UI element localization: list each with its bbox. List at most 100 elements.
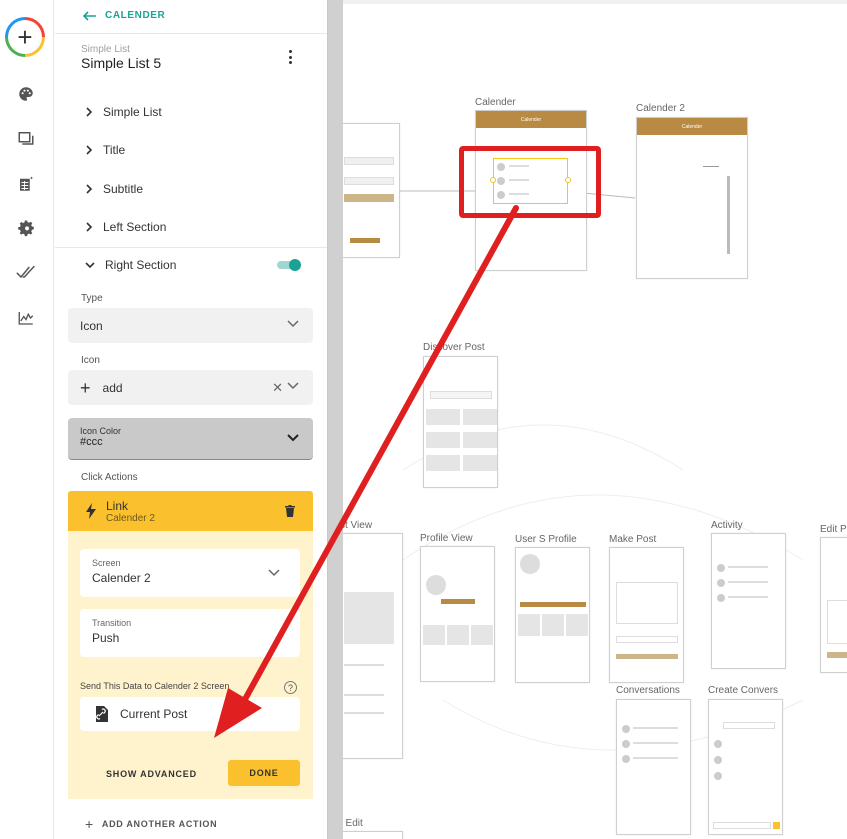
send-data-label: Send This Data to Calender 2 Screen [80,681,230,691]
screen-label-post-view: st View [343,520,373,531]
highlight-box [459,146,601,218]
tree-item-label: Title [103,143,126,157]
chevron-down-icon [287,434,299,442]
transition-label: Transition [92,618,132,628]
tree-item-title[interactable]: Title [85,143,125,157]
add-icon: + [80,377,91,398]
properties-panel: CALENDER Simple List Simple List 5 Simpl… [55,0,327,839]
chevron-down-icon [287,320,299,328]
screen-activity[interactable] [711,533,786,669]
tree-item-label: Subtitle [103,182,144,196]
tree-item-label: Right Section [105,258,177,272]
right-section-toggle[interactable] [277,259,301,271]
tree-item-left-section[interactable]: Left Section [85,220,166,234]
chevron-down-icon [268,569,280,577]
icon-color-value: #ccc [80,436,103,448]
arrow-left-icon [83,10,96,21]
type-label: Type [81,293,103,304]
screen-label-post-edit: t Edit [343,818,363,829]
chevron-right-icon [86,184,93,194]
screen-label-create-conversation: Create Convers [708,685,779,696]
screen-label-activity: Activity [711,520,743,531]
click-actions-label: Click Actions [81,472,138,483]
type-value: Icon [80,318,103,333]
tree-item-right-section[interactable]: Right Section [85,258,176,272]
more-options-icon[interactable] [287,50,293,64]
chevron-down-icon [85,262,95,269]
bolt-icon [86,503,96,519]
transition-value: Push [92,631,120,645]
tree-item-label: Simple List [103,105,162,119]
screen-edit-profile[interactable] [820,537,847,673]
data-source-field[interactable]: Current Post [80,697,300,731]
link-action-header[interactable]: Link Calender 2 [68,491,313,531]
plus-icon: + [85,816,94,832]
type-select[interactable]: Icon [68,308,313,343]
screen-post-view[interactable] [343,533,403,759]
screen-partial-login[interactable] [343,123,400,258]
screen-profile-view[interactable] [420,546,495,682]
trash-icon[interactable] [285,505,295,517]
add-another-label: ADD ANOTHER ACTION [101,819,218,829]
help-icon[interactable]: ? [284,681,297,694]
transition-select[interactable]: Transition Push [80,609,300,657]
breadcrumb: Simple List [81,44,130,55]
screen-label-calender: Calender [475,97,516,108]
divider [55,247,327,248]
chevron-right-icon [86,222,93,232]
data-source-value: Current Post [120,707,188,721]
app-root: + CALENDER Simple List Simple List 5 Sim… [0,0,847,839]
add-screen-button[interactable]: + [5,17,45,57]
link-action-body: Screen Calender 2 Transition Push Send T… [68,531,313,799]
screens-icon[interactable] [16,128,36,148]
icon-color-label: Icon Color [80,426,122,436]
screen-user-profile[interactable] [515,547,590,683]
icon-color-field[interactable]: Icon Color #ccc [68,418,313,460]
chevron-down-icon [287,382,299,390]
add-another-action-button[interactable]: + ADD ANOTHER ACTION [85,816,217,832]
screen-post-edit[interactable] [343,831,403,839]
screen-calender-2[interactable]: Calender [636,117,748,279]
component-title: Simple List 5 [81,55,162,71]
icon-value: add [102,380,123,395]
screen-select[interactable]: Screen Calender 2 [80,549,300,597]
data-icon[interactable] [16,174,36,194]
done-button[interactable]: DONE [228,760,300,786]
screen-label-make-post: Make Post [609,534,657,545]
screen-label-conversations: Conversations [616,685,680,696]
tree-item-label: Left Section [103,220,167,234]
action-subtitle: Calender 2 [106,513,155,524]
tree-item-simple-list[interactable]: Simple List [85,105,162,119]
calender-header: Calender [476,111,586,128]
screen-label-user-profile: User S Profile [515,534,577,545]
chevron-right-icon [86,107,93,117]
screen-label-profile-view: Profile View [420,533,473,544]
chevron-right-icon [86,145,93,155]
flow-canvas[interactable]: Calender Calender Calender 2 Calender Di… [343,0,847,839]
divider [55,33,327,34]
screen-label-discover-post: Discover Post [423,342,485,353]
add-icon: + [8,20,42,54]
back-label: CALENDER [105,10,166,21]
screen-create-conversation[interactable] [708,699,783,835]
icon-label: Icon [81,355,100,366]
screen-label-calender-2: Calender 2 [636,103,685,114]
analytics-icon[interactable] [16,308,36,328]
screen-discover-post[interactable] [423,356,498,488]
screen-make-post[interactable] [609,547,684,683]
show-advanced-button[interactable]: SHOW ADVANCED [106,769,197,779]
settings-icon[interactable] [16,218,36,238]
screen-label-edit-profile: Edit P [820,524,847,535]
screen-label: Screen [92,558,121,568]
screen-conversations[interactable] [616,699,691,835]
tree-item-subtitle[interactable]: Subtitle [85,182,143,196]
back-link[interactable]: CALENDER [83,10,165,21]
action-title: Link [106,499,129,513]
panel-scrollbar[interactable] [327,0,343,839]
icon-select[interactable]: + add ✕ [68,370,313,405]
palette-icon[interactable] [16,84,36,104]
left-rail: + [0,0,54,839]
link-data-icon [96,706,108,722]
clear-icon[interactable]: ✕ [272,380,283,396]
publish-icon[interactable] [16,262,36,282]
